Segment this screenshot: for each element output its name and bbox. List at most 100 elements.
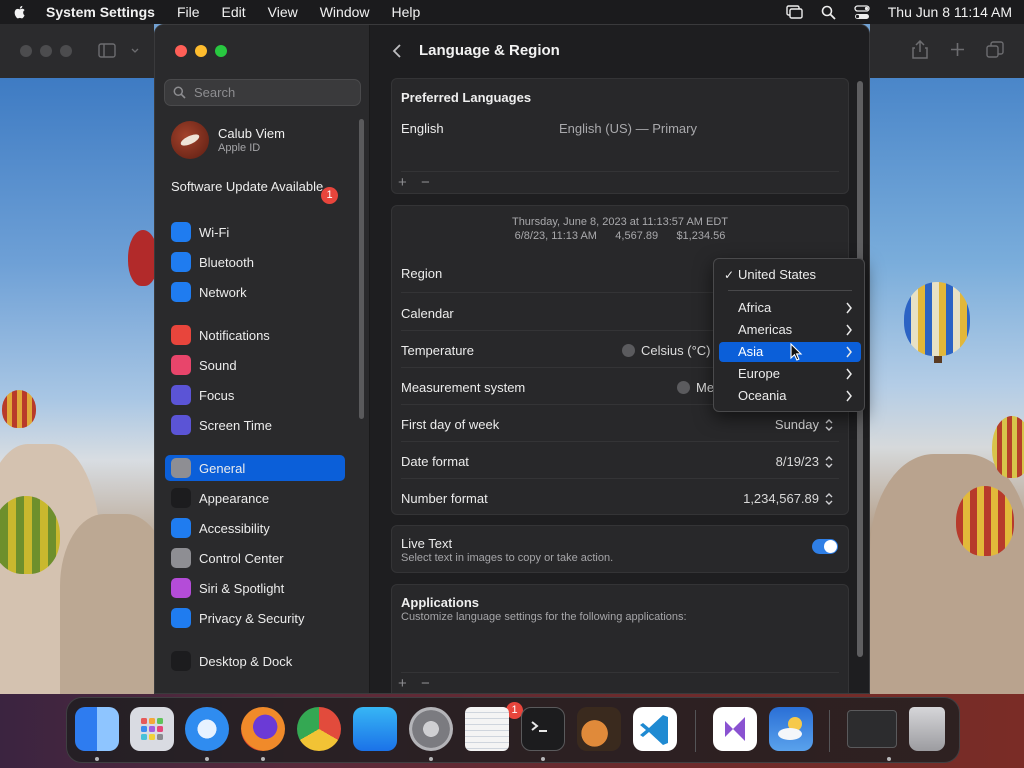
- date-format-label: Date format: [401, 454, 469, 469]
- celsius-radio[interactable]: [622, 344, 635, 357]
- menu-edit[interactable]: Edit: [222, 4, 246, 20]
- sidebar-item-label: General: [199, 460, 246, 476]
- weather-icon[interactable]: [769, 707, 813, 751]
- window-zoom-button[interactable]: [215, 45, 227, 57]
- sidebar-item-focus[interactable]: Focus: [165, 382, 345, 408]
- window-close-button[interactable]: [175, 45, 187, 57]
- window-zoom-inactive[interactable]: [60, 45, 72, 57]
- sidebar-item-notifications[interactable]: Notifications: [165, 322, 345, 348]
- chrome-icon[interactable]: [297, 707, 341, 751]
- sidebar-item-sound[interactable]: Sound: [165, 352, 345, 378]
- share-icon[interactable]: [912, 40, 928, 59]
- software-update-item[interactable]: Software Update Available: [171, 179, 341, 195]
- sidebar-item-screen-time[interactable]: Screen Time: [165, 412, 345, 438]
- date-format-popup[interactable]: 8/19/23: [776, 454, 834, 469]
- sidebar-item-label: Privacy & Security: [199, 610, 305, 626]
- sidebar-item-appearance[interactable]: Appearance: [165, 485, 345, 511]
- menu-help[interactable]: Help: [392, 4, 421, 20]
- sidebar-item-siri-spotlight[interactable]: Siri & Spotlight: [165, 575, 345, 601]
- sidebar-item-bluetooth[interactable]: Bluetooth: [165, 249, 345, 275]
- sidebar-item-accessibility[interactable]: Accessibility: [165, 515, 345, 541]
- region-label: Region: [401, 266, 443, 281]
- sidebar-scrollbar[interactable]: [359, 119, 364, 419]
- menu-file[interactable]: File: [177, 4, 200, 20]
- celsius-option[interactable]: Celsius (°C): [622, 343, 710, 358]
- sidebar-item-privacy-security[interactable]: Privacy & Security: [165, 605, 345, 631]
- sidebar-item-label: Siri & Spotlight: [199, 580, 285, 596]
- trash-icon[interactable]: [909, 707, 945, 751]
- chevron-right-icon: [846, 390, 852, 402]
- wifi-icon: [171, 222, 191, 242]
- menu-app-name[interactable]: System Settings: [46, 4, 155, 20]
- region-option-united-states[interactable]: ✓ United States: [719, 265, 861, 285]
- region-option-americas[interactable]: Americas: [719, 320, 861, 340]
- language-name[interactable]: English: [401, 121, 444, 136]
- preferred-languages-title: Preferred Languages: [401, 90, 532, 105]
- hot-air-balloon: [2, 390, 36, 428]
- terminal-icon[interactable]: [521, 707, 565, 751]
- window-minimize-button[interactable]: [195, 45, 207, 57]
- hot-air-balloon: [0, 496, 60, 574]
- screen-mirroring-icon[interactable]: [786, 4, 803, 20]
- window-close-inactive[interactable]: [20, 45, 32, 57]
- remove-language-button[interactable]: −: [421, 174, 430, 191]
- sidebar-search-field[interactable]: Search: [164, 79, 361, 106]
- avatar: [171, 121, 209, 159]
- chevron-down-icon[interactable]: [131, 48, 139, 54]
- garageband-icon[interactable]: [577, 707, 621, 751]
- visual-studio-icon[interactable]: [713, 707, 757, 751]
- safari-icon[interactable]: [185, 707, 229, 751]
- spotlight-search-icon[interactable]: [821, 5, 836, 20]
- menu-view[interactable]: View: [268, 4, 298, 20]
- back-button[interactable]: [391, 44, 405, 58]
- control-center-icon[interactable]: [854, 4, 870, 20]
- textedit-icon[interactable]: [465, 707, 509, 751]
- launchpad-icon[interactable]: [130, 707, 174, 751]
- number-format-popup[interactable]: 1,234,567.89: [743, 491, 834, 506]
- sidebar-item-label: Notifications: [199, 327, 270, 343]
- sidebar-toggle-icon[interactable]: [98, 43, 116, 58]
- search-icon: [173, 86, 186, 99]
- menu-clock[interactable]: Thu Jun 8 11:14 AM: [888, 4, 1012, 20]
- minimized-window-icon[interactable]: [847, 710, 897, 748]
- divider: [401, 441, 839, 442]
- temperature-label: Temperature: [401, 343, 474, 358]
- hourglass-icon: [171, 415, 191, 435]
- running-indicator: [887, 757, 891, 761]
- sidebar-item-general[interactable]: General: [165, 455, 345, 481]
- sidebar-item-label: Appearance: [199, 490, 270, 506]
- region-option-africa[interactable]: Africa: [719, 298, 861, 318]
- new-tab-icon[interactable]: [950, 42, 965, 57]
- live-text-toggle[interactable]: [812, 539, 838, 554]
- sidebar-item-desktop-dock[interactable]: Desktop & Dock: [165, 648, 345, 674]
- sidebar-item-label: Screen Time: [199, 417, 272, 433]
- apple-id-profile[interactable]: Calub Viem Apple ID: [171, 121, 285, 159]
- remove-application-button[interactable]: −: [421, 675, 430, 692]
- add-language-button[interactable]: +: [398, 174, 407, 191]
- bell-icon: [171, 325, 191, 345]
- app-store-icon[interactable]: [353, 707, 397, 751]
- sidebar-item-control-center[interactable]: Control Center: [165, 545, 345, 571]
- menu-window[interactable]: Window: [320, 4, 370, 20]
- tab-overview-icon[interactable]: [986, 41, 1004, 58]
- sidebar-item-label: Sound: [199, 357, 237, 373]
- region-popup-menu: ✓ United States Africa Americas Asia Europe…: [713, 258, 865, 412]
- sidebar-item-wi-fi[interactable]: Wi-Fi: [165, 219, 345, 245]
- window-minimize-inactive[interactable]: [40, 45, 52, 57]
- first-day-popup[interactable]: Sunday: [775, 417, 834, 432]
- firefox-icon[interactable]: [241, 707, 285, 751]
- system-settings-dock-icon[interactable]: [409, 707, 453, 751]
- language-primary-label: English (US) — Primary: [559, 121, 697, 136]
- vscode-icon[interactable]: [633, 707, 677, 751]
- finder-icon[interactable]: [75, 707, 119, 751]
- metric-radio[interactable]: [677, 381, 690, 394]
- divider: [401, 171, 839, 172]
- region-option-europe[interactable]: Europe: [719, 364, 861, 384]
- region-option-oceania[interactable]: Oceania: [719, 386, 861, 406]
- metric-option[interactable]: Me: [677, 380, 714, 395]
- sidebar-item-network[interactable]: Network: [165, 279, 345, 305]
- hand-icon: [171, 608, 191, 628]
- add-application-button[interactable]: +: [398, 675, 407, 692]
- calendar-label: Calendar: [401, 306, 454, 321]
- apple-icon[interactable]: [12, 4, 28, 20]
